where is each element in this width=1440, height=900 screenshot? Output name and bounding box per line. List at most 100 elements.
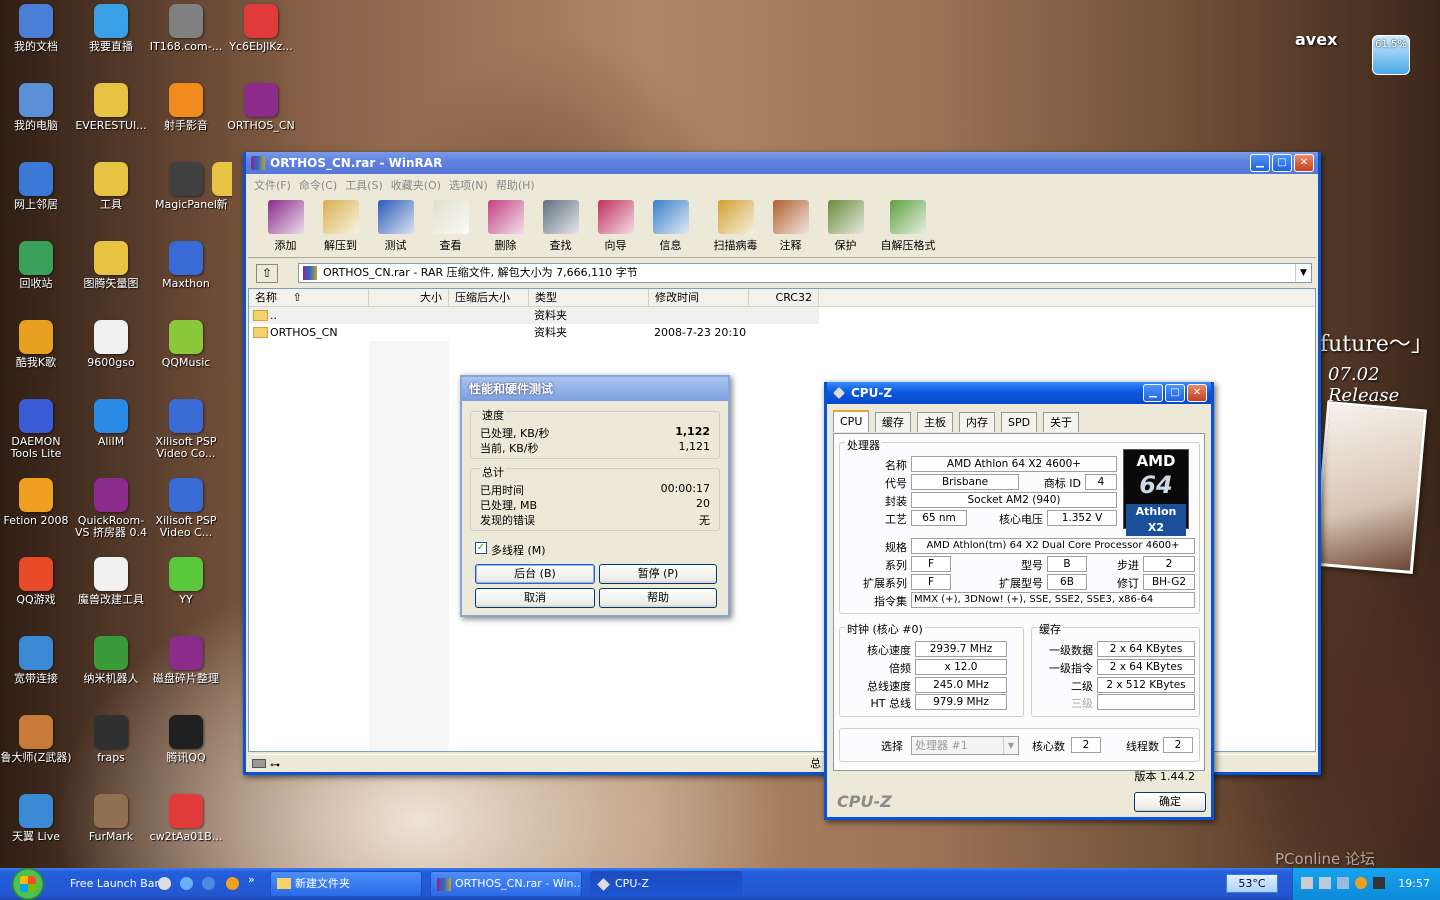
col-packed[interactable]: 压缩后大小: [449, 289, 529, 306]
toolbar-button[interactable]: 保护: [818, 198, 873, 257]
desktop-icon[interactable]: YY: [148, 557, 224, 606]
desktop-icon[interactable]: EVERESTUl...: [73, 83, 149, 132]
desktop-icon[interactable]: 纳米机器人: [73, 636, 149, 685]
task-new-folder[interactable]: 新建文件夹: [270, 871, 422, 897]
col-modified[interactable]: 修改时间: [649, 289, 749, 306]
tray-icon-1[interactable]: [1301, 877, 1313, 889]
quicklaunch-icon-1[interactable]: [158, 877, 171, 890]
toolbar-button[interactable]: 自解压格式: [873, 198, 943, 257]
perf-titlebar[interactable]: 性能和硬件测试: [462, 377, 728, 401]
toolbar-button[interactable]: 解压到: [313, 198, 368, 257]
desktop-icon[interactable]: cw2tAa01B...: [148, 794, 224, 843]
quicklaunch-icon-2[interactable]: [180, 877, 193, 890]
task-winrar[interactable]: ORTHOS_CN.rar - Win...: [430, 871, 582, 897]
desktop-icon[interactable]: Yc6EbJlKz...: [223, 4, 299, 53]
clock[interactable]: 19:57: [1398, 877, 1430, 890]
tab-cpu[interactable]: CPU: [833, 410, 870, 432]
menu-commands[interactable]: 命令(C): [297, 176, 339, 196]
winrar-titlebar[interactable]: ORTHOS_CN.rar - WinRAR ▁ □ ✕: [246, 152, 1318, 174]
quicklaunch-icon-4[interactable]: [226, 877, 239, 890]
file-row-parent[interactable]: .. 资料夹: [249, 307, 819, 324]
close-button[interactable]: ✕: [1294, 154, 1314, 172]
desktop-icon[interactable]: 腾讯QQ: [148, 715, 224, 764]
col-type[interactable]: 类型: [529, 289, 649, 306]
tray-icon-5[interactable]: [1373, 877, 1385, 889]
desktop-icon[interactable]: AliIM: [73, 399, 149, 448]
cpuz-titlebar[interactable]: CPU-Z ▁ □ ✕: [827, 382, 1211, 404]
quicklaunch-more-icon[interactable]: »: [248, 873, 255, 886]
desktop-icon[interactable]: Fetion 2008: [0, 478, 74, 527]
ok-button[interactable]: 确定: [1134, 792, 1206, 812]
path-combobox[interactable]: ORTHOS_CN.rar - RAR 压缩文件, 解包大小为 7,666,11…: [298, 263, 1312, 283]
tray-icon-2[interactable]: [1319, 877, 1331, 889]
desktop-icon[interactable]: QuickRoom-VS 挤房器 0.4: [73, 478, 149, 539]
pause-button[interactable]: 暂停 (P): [599, 564, 717, 584]
toolbar-button[interactable]: 查找: [533, 198, 588, 257]
up-folder-button[interactable]: ⇧: [256, 264, 278, 283]
desktop-icon[interactable]: 天翼 Live: [0, 794, 74, 843]
desktop-icon[interactable]: 网上邻居: [0, 162, 74, 211]
menu-file[interactable]: 文件(F): [252, 176, 293, 196]
menu-favorites[interactable]: 收藏夹(O): [389, 176, 443, 196]
desktop-icon[interactable]: 我的电脑: [0, 83, 74, 132]
toolbar-button[interactable]: 测试: [368, 198, 423, 257]
multithread-checkbox[interactable]: ✓: [475, 542, 487, 554]
desktop-icon[interactable]: fraps: [73, 715, 149, 764]
processor-select[interactable]: 处理器 #1 ▼: [911, 736, 1019, 755]
desktop-icon[interactable]: 酷我K歌: [0, 320, 74, 369]
desktop-icon[interactable]: Maxthon: [148, 241, 224, 290]
task-cpuz[interactable]: CPU-Z: [590, 871, 742, 897]
minimize-button[interactable]: ▁: [1143, 384, 1163, 402]
tab-memory[interactable]: 内存: [959, 412, 995, 432]
quicklaunch-icon-3[interactable]: [202, 877, 215, 890]
desktop-icon[interactable]: 新: [212, 162, 232, 211]
desktop-icon[interactable]: 9600gso: [73, 320, 149, 369]
desktop-icon[interactable]: IT168.com-...: [148, 4, 224, 53]
col-name[interactable]: 名称 ⇧: [249, 289, 369, 306]
chevron-down-icon[interactable]: ▼: [1295, 264, 1311, 282]
desktop-icon[interactable]: 我要直播: [73, 4, 149, 53]
desktop-icon[interactable]: 鲁大师(Z武器): [0, 715, 74, 764]
toolbar-button[interactable]: 扫描病毒: [708, 198, 763, 257]
desktop-icon[interactable]: QQMusic: [148, 320, 224, 369]
desktop-icon[interactable]: Xilisoft PSP Video C...: [148, 478, 224, 539]
file-row-orthos[interactable]: ORTHOS_CN 资料夹 2008-7-23 20:10: [249, 324, 1315, 341]
temp-widget[interactable]: 53°C: [1226, 874, 1278, 893]
desktop-icon[interactable]: QQ游戏: [0, 557, 74, 606]
desktop-icon[interactable]: 宽带连接: [0, 636, 74, 685]
start-button[interactable]: [0, 868, 58, 900]
launch-bar-label[interactable]: Free Launch Bar: [70, 877, 159, 890]
menu-help[interactable]: 帮助(H): [494, 176, 537, 196]
minimize-button[interactable]: ▁: [1250, 154, 1270, 172]
desktop-icon[interactable]: 射手影音: [148, 83, 224, 132]
desktop-icon[interactable]: 我的文档: [0, 4, 74, 53]
tray-icon-4[interactable]: [1355, 877, 1367, 889]
perf-dialog[interactable]: 性能和硬件测试 速度 已处理, KB/秒 1,122 当前, KB/秒 1,12…: [460, 375, 730, 617]
cpuz-window[interactable]: CPU-Z ▁ □ ✕ CPU 缓存 主板 内存 SPD 关于 处理器 名称 AMD…: [824, 382, 1214, 820]
toolbar-button[interactable]: 查看: [423, 198, 478, 257]
tab-mainboard[interactable]: 主板: [917, 412, 953, 432]
toolbar-button[interactable]: 添加: [258, 198, 313, 257]
toolbar-button[interactable]: 注释: [763, 198, 818, 257]
desktop-icon[interactable]: DAEMON Tools Lite: [0, 399, 74, 460]
desktop-icon[interactable]: 工具: [73, 162, 149, 211]
cpu-gauge-widget[interactable]: 61.5%: [1372, 35, 1410, 75]
background-button[interactable]: 后台 (B): [475, 564, 595, 584]
tab-about[interactable]: 关于: [1043, 412, 1079, 432]
help-button[interactable]: 帮助: [599, 588, 717, 608]
maximize-button[interactable]: □: [1272, 154, 1292, 172]
menu-options[interactable]: 选项(N): [447, 176, 490, 196]
col-crc[interactable]: CRC32: [749, 289, 819, 306]
desktop-icon[interactable]: Xilisoft PSP Video Co...: [148, 399, 224, 460]
menu-tools[interactable]: 工具(S): [343, 176, 385, 196]
cancel-button[interactable]: 取消: [475, 588, 595, 608]
toolbar-button[interactable]: 向导: [588, 198, 643, 257]
desktop-icon[interactable]: 图腾矢量图: [73, 241, 149, 290]
toolbar-button[interactable]: 信息: [643, 198, 698, 257]
maximize-button[interactable]: □: [1165, 384, 1185, 402]
tab-caches[interactable]: 缓存: [875, 412, 911, 432]
desktop-icon[interactable]: FurMark: [73, 794, 149, 843]
desktop-icon[interactable]: ORTHOS_CN: [223, 83, 299, 132]
col-size[interactable]: 大小: [369, 289, 449, 306]
desktop-icon[interactable]: 魔兽改建工具: [73, 557, 149, 606]
